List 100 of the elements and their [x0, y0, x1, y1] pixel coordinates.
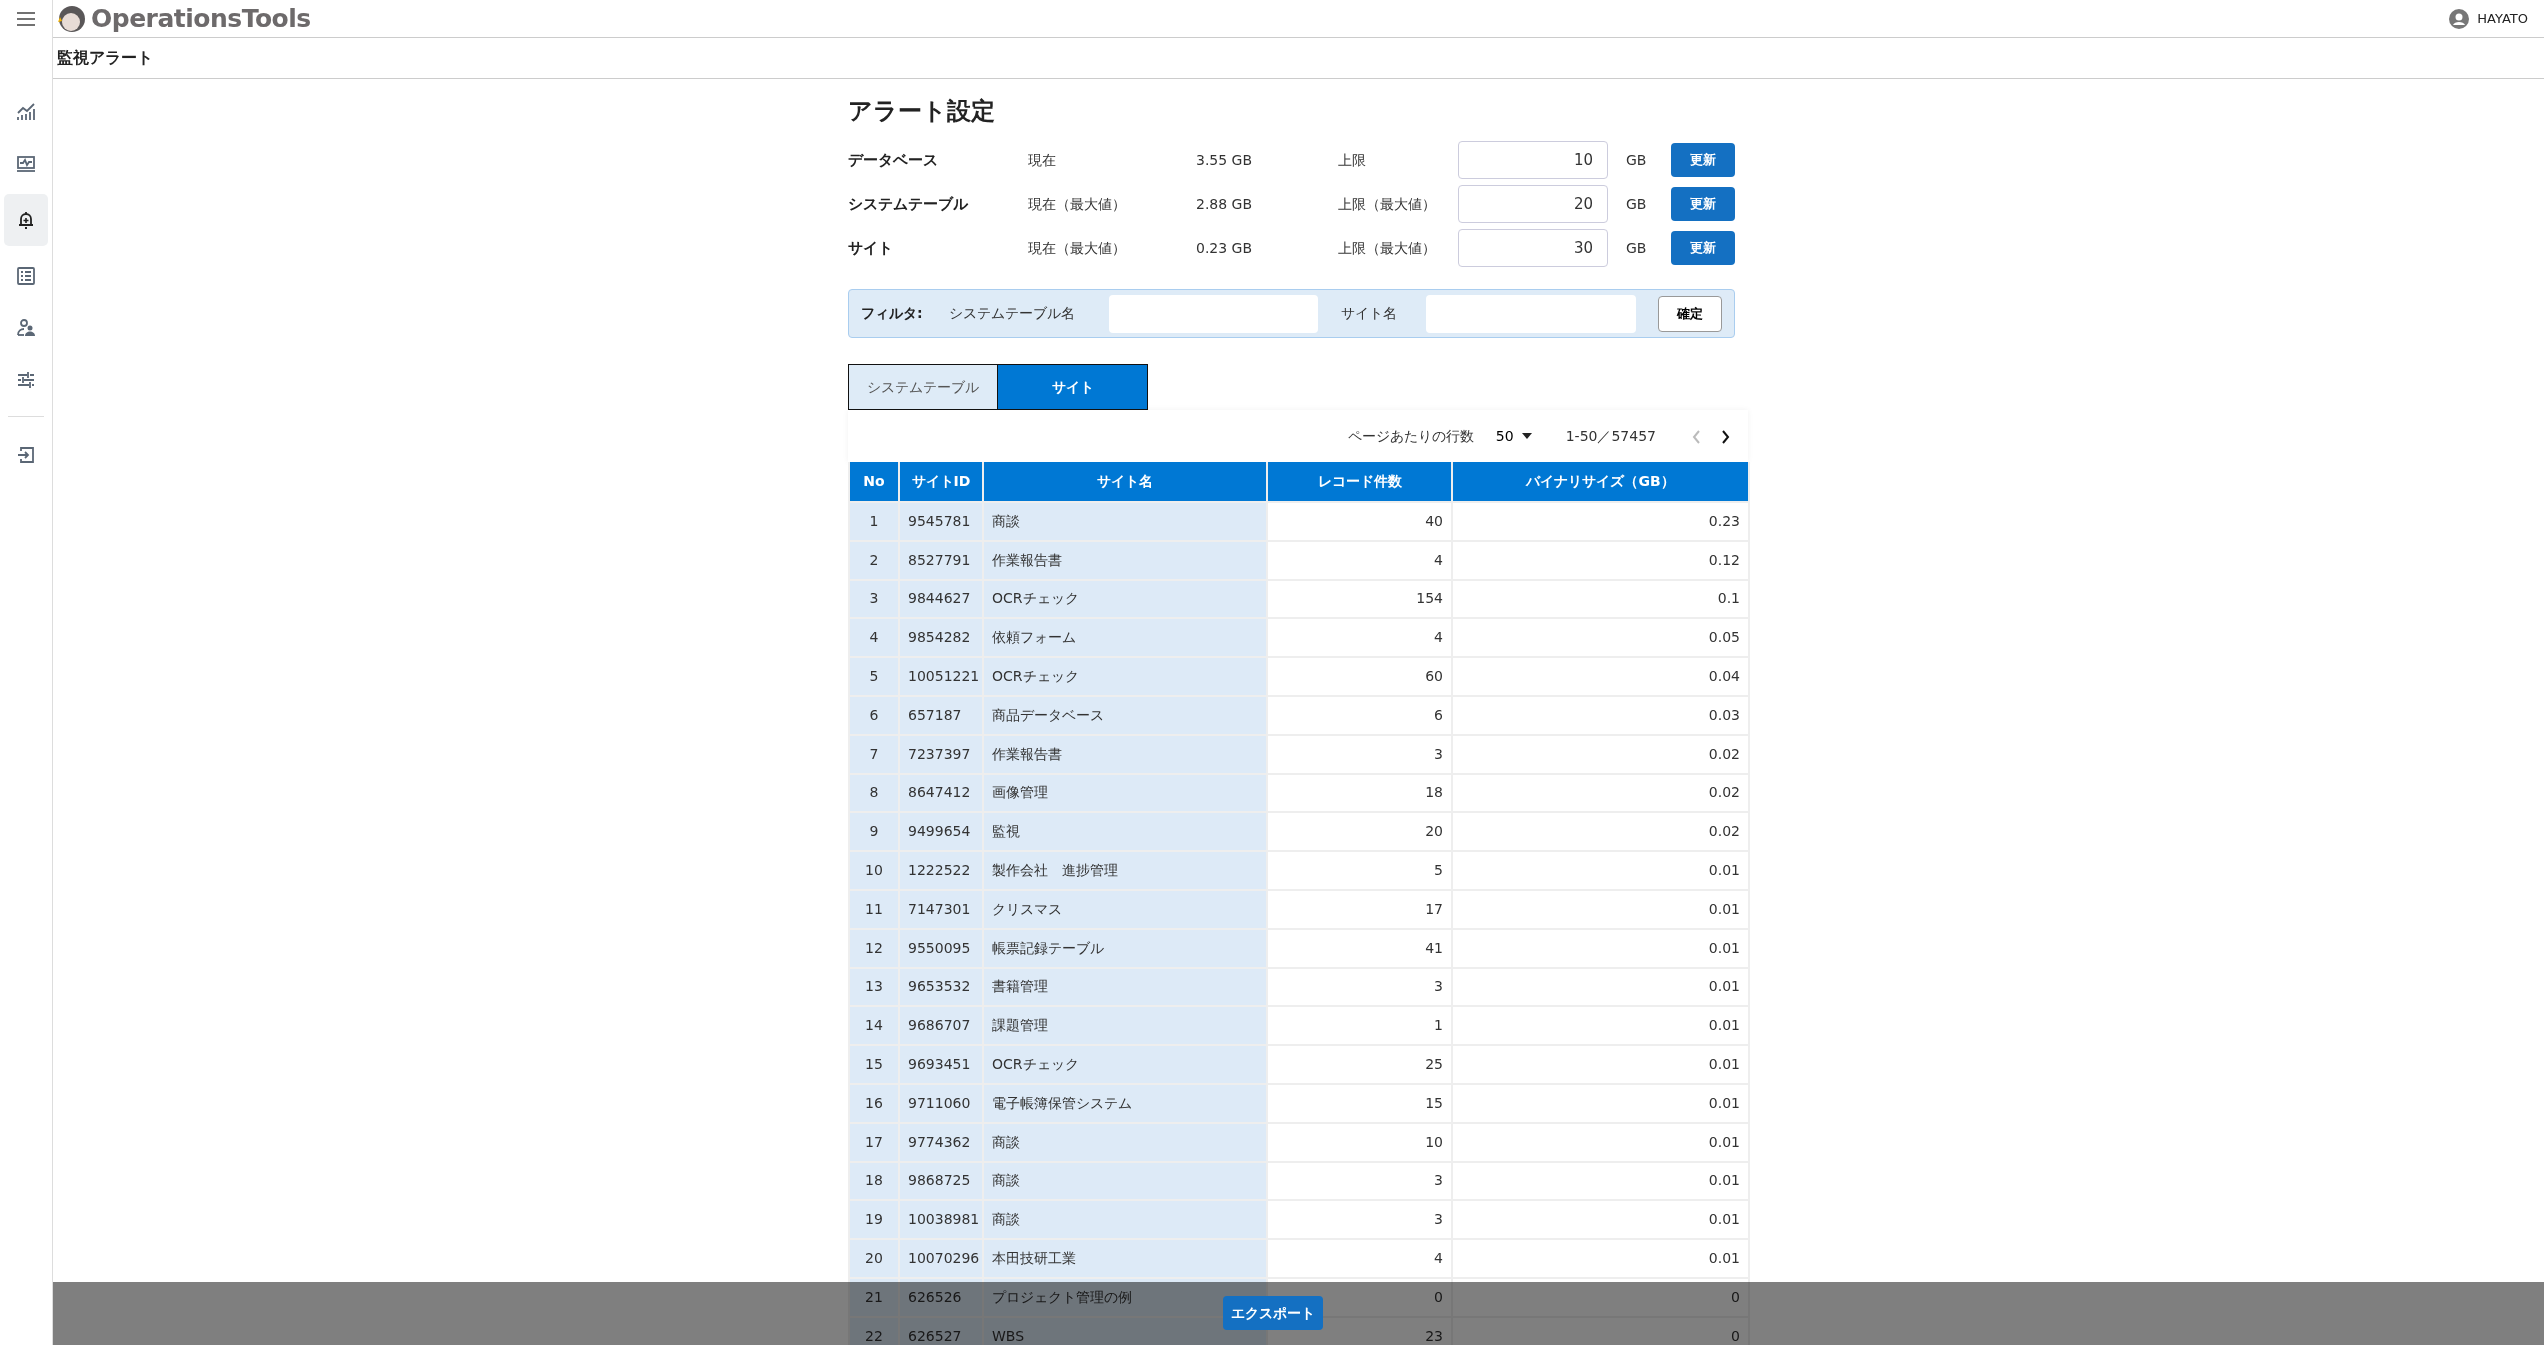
menu-icon[interactable]	[16, 12, 36, 26]
table-cell: 8527791	[899, 540, 983, 580]
table-cell: 9653532	[899, 967, 983, 1007]
avatar-icon	[2449, 8, 2470, 29]
users-icon	[16, 318, 36, 338]
table-cell: 9774362	[899, 1122, 983, 1162]
table-cell: 25	[1267, 1045, 1452, 1084]
column-header[interactable]: バイナリサイズ（GB）	[1452, 462, 1749, 502]
table-cell: 依頼フォーム	[983, 618, 1267, 658]
table-cell: 製作会社 進捗管理	[983, 851, 1267, 890]
table-cell: 9844627	[899, 579, 983, 619]
table-cell: 10	[849, 851, 899, 890]
rows-per-page-select[interactable]: 50	[1485, 421, 1542, 451]
table-cell: 1	[849, 502, 899, 541]
table-cell: クリスマス	[983, 889, 1267, 929]
column-header[interactable]: レコード件数	[1267, 462, 1452, 502]
limit-input[interactable]: 20	[1458, 185, 1608, 223]
table-cell: 17	[849, 1122, 899, 1162]
page-range: 1-50／57457	[1565, 426, 1656, 446]
update-button[interactable]: 更新	[1671, 187, 1735, 221]
table-cell: 5	[1267, 851, 1452, 890]
current-value: 2.88 GB	[1196, 194, 1254, 214]
table-cell: 4	[1267, 618, 1452, 658]
chevron-right-icon	[1721, 429, 1730, 444]
table-cell: 商品データベース	[983, 696, 1267, 735]
confirm-button[interactable]: 確定	[1658, 295, 1722, 332]
table-cell: 3	[1267, 1200, 1452, 1240]
monitor-icon	[16, 154, 36, 174]
table-cell: 20	[849, 1239, 899, 1278]
bell-icon	[16, 210, 36, 230]
limit-input[interactable]: 30	[1458, 229, 1608, 267]
page-title: 監視アラート	[57, 47, 153, 69]
table-cell: 15	[849, 1045, 899, 1084]
table-cell: 監視	[983, 812, 1267, 852]
table-cell: 0.02	[1452, 773, 1749, 813]
tab[interactable]: サイト	[998, 364, 1148, 410]
unit-label: GB	[1626, 151, 1647, 168]
table-cell: 0.01	[1452, 1083, 1749, 1123]
tab[interactable]: システムテーブル	[848, 364, 998, 410]
table-cell: 8	[849, 773, 899, 813]
current-value: 0.23 GB	[1196, 238, 1254, 258]
table-cell: 課題管理	[983, 1006, 1267, 1046]
table-cell: 0.02	[1452, 812, 1749, 852]
table-cell: 帳票記録テーブル	[983, 928, 1267, 968]
table-cell: 626526	[899, 1277, 983, 1317]
table-cell: 9711060	[899, 1083, 983, 1123]
table-cell: 0	[1452, 1277, 1749, 1317]
table-cell: 0.23	[1452, 502, 1749, 541]
table-cell: 0.1	[1452, 579, 1749, 619]
table-cell: 9854282	[899, 618, 983, 658]
table-cell: 40	[1267, 502, 1452, 541]
table-cell: 8647412	[899, 773, 983, 813]
table-cell: 3	[1267, 1161, 1452, 1201]
table-cell: 60	[1267, 657, 1452, 696]
table-cell: 10038981	[899, 1200, 983, 1240]
field-label: サイト名	[1341, 304, 1399, 323]
table-cell: 2	[849, 540, 899, 580]
table-cell: 154	[1267, 579, 1452, 619]
table-cell: 3	[1267, 967, 1452, 1007]
table-cell: 画像管理	[983, 773, 1267, 813]
sliders-icon	[16, 370, 36, 390]
table-cell: 0.01	[1452, 1239, 1749, 1278]
table-cell: 11	[849, 889, 899, 929]
field-label: 現在	[1028, 150, 1057, 170]
table-cell: 0.01	[1452, 1161, 1749, 1201]
sidebar-item[interactable]	[4, 194, 48, 246]
table-cell: OCRチェック	[983, 1045, 1267, 1084]
table-cell: 0.12	[1452, 540, 1749, 580]
update-button[interactable]: 更新	[1671, 231, 1735, 265]
table-cell: 14	[849, 1006, 899, 1046]
table-cell: 19	[849, 1200, 899, 1240]
table-cell: 41	[1267, 928, 1452, 968]
unit-label: GB	[1626, 195, 1647, 212]
table-cell: 商談	[983, 502, 1267, 541]
table-cell: 9499654	[899, 812, 983, 852]
table-cell: 10070296	[899, 1239, 983, 1278]
table-cell: 商談	[983, 1161, 1267, 1201]
table-cell: 0.01	[1452, 889, 1749, 929]
table-cell: 22	[849, 1316, 899, 1345]
table-cell: 15	[1267, 1083, 1452, 1123]
filter-input[interactable]	[1426, 294, 1637, 333]
field-label: 上限（最大値）	[1338, 194, 1437, 214]
column-header[interactable]: No	[849, 462, 899, 502]
row-label: システムテーブル	[848, 193, 969, 215]
table-cell: 12	[849, 928, 899, 968]
table-cell: 7	[849, 734, 899, 774]
table-cell: 0.01	[1452, 928, 1749, 968]
logo-text: OperationsTools	[91, 2, 311, 35]
table-cell: 0.04	[1452, 657, 1749, 696]
table-cell: 3	[849, 579, 899, 619]
rows-per-page-label: ページあたりの行数	[1347, 426, 1474, 446]
filter-input[interactable]	[1108, 294, 1319, 333]
user-name[interactable]: HAYATO	[2477, 8, 2528, 29]
column-header[interactable]: サイトID	[899, 462, 983, 502]
table-cell: 3	[1267, 734, 1452, 774]
limit-input[interactable]: 10	[1458, 141, 1608, 179]
table-cell: 0.01	[1452, 967, 1749, 1007]
column-header[interactable]: サイト名	[983, 462, 1267, 502]
table-cell: 10	[1267, 1122, 1452, 1162]
update-button[interactable]: 更新	[1671, 143, 1735, 177]
